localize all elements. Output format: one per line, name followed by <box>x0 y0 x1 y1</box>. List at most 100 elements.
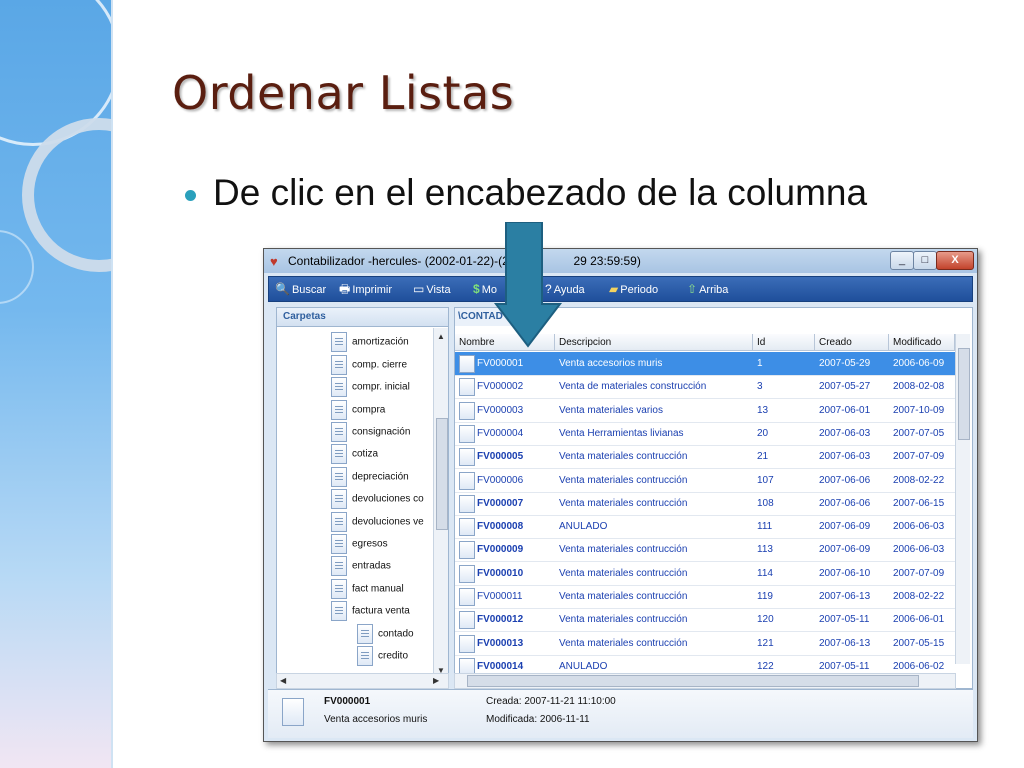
table-row[interactable]: FV000003 Venta materiales varios 13 2007-06… <box>455 399 955 423</box>
document-list-pane: \CONTAD Nombre Descripcion Id Creado Mod… <box>454 307 973 689</box>
folder-item[interactable]: comp. cierre <box>331 355 407 375</box>
table-row[interactable]: FV000010 Venta materiales contrucción 114 2… <box>455 562 955 586</box>
scroll-up-icon[interactable]: ▲ <box>437 332 445 341</box>
document-icon <box>459 588 475 606</box>
cell-nombre: FV000014 <box>477 660 524 672</box>
cell-nombre: FV000006 <box>477 474 524 486</box>
table-row[interactable]: FV000005 Venta materiales contrucción 21 20… <box>455 445 955 470</box>
table-row[interactable]: FV000002 Venta de materiales construcción… <box>455 375 955 400</box>
table-row[interactable]: FV000011 Venta materiales contrucción 119 2… <box>455 585 955 609</box>
document-icon <box>331 332 347 352</box>
document-icon <box>459 471 475 490</box>
scroll-thumb[interactable] <box>958 348 970 440</box>
column-header-descripcion[interactable]: Descripcion <box>555 334 753 351</box>
cell-modificado: 2007-07-05 <box>893 427 945 439</box>
cell-modificado: 2007-06-15 <box>893 497 945 509</box>
toolbar-search-button[interactable]: 🔍 Buscar <box>275 280 326 298</box>
table-row[interactable]: FV000012 Venta materiales contrucción 120 2… <box>455 608 955 633</box>
table-row[interactable]: FV000006 Venta materiales contrucción 107 2… <box>455 469 955 493</box>
band-edge <box>111 0 113 768</box>
cell-id: 122 <box>757 660 774 672</box>
table-row[interactable]: FV000008 ANULADO 111 2007-06-09 2006-06-03 <box>455 515 955 540</box>
folder-item[interactable]: compr. inicial <box>331 377 410 397</box>
document-icon <box>331 579 347 599</box>
folder-item[interactable]: entradas <box>331 556 391 576</box>
list-horizontal-scrollbar[interactable] <box>454 673 956 689</box>
cell-nombre: FV000004 <box>477 427 524 439</box>
document-icon <box>459 448 475 467</box>
cell-descripcion: Venta materiales contrucción <box>559 544 688 556</box>
document-icon <box>331 377 347 397</box>
folder-item[interactable]: factura venta <box>331 601 410 621</box>
folder-item[interactable]: devoluciones co <box>331 489 424 509</box>
maximize-button[interactable]: □ <box>913 251 937 270</box>
minimize-button[interactable]: _ <box>890 251 914 270</box>
folder-item[interactable]: consignación <box>331 422 410 442</box>
folder-icon: ▰ <box>609 282 619 296</box>
cell-nombre: FV000001 <box>477 358 524 369</box>
document-icon <box>459 355 475 373</box>
scroll-thumb[interactable] <box>436 418 448 530</box>
cell-descripcion: ANULADO <box>559 521 608 533</box>
close-button[interactable]: X <box>936 251 974 270</box>
detail-modified: Modificada: 2006-11-11 <box>486 714 590 725</box>
document-icon <box>331 556 347 576</box>
folder-item[interactable]: contado <box>357 624 414 644</box>
cell-creado: 2007-06-03 <box>819 451 871 463</box>
cell-id: 119 <box>757 591 773 602</box>
column-header-creado[interactable]: Creado <box>815 334 889 351</box>
folder-item[interactable]: fact manual <box>331 579 404 599</box>
up-folder-icon: ⇧ <box>687 282 698 296</box>
toolbar-view-button[interactable]: ▭ Vista <box>413 280 451 298</box>
folder-item[interactable]: devoluciones ve <box>331 512 424 532</box>
cell-creado: 2007-06-13 <box>819 591 871 602</box>
cell-descripcion: Venta materiales varios <box>559 404 663 416</box>
cell-id: 108 <box>757 497 774 509</box>
decorative-ring <box>0 230 34 304</box>
cell-descripcion: Venta de materiales construcción <box>559 381 707 393</box>
cell-id: 107 <box>757 474 774 486</box>
scroll-left-icon[interactable]: ◀ <box>280 676 286 685</box>
folder-item[interactable]: depreciación <box>331 467 409 487</box>
column-header-modificado[interactable]: Modificado <box>889 334 955 351</box>
toolbar-period-button[interactable]: ▰ Periodo <box>609 280 658 298</box>
window-titlebar[interactable]: ♥ Contabilizador -hercules- (2002-01-22)… <box>264 249 977 273</box>
search-icon: 🔍 <box>275 282 290 296</box>
document-icon <box>282 698 304 726</box>
list-vertical-scrollbar[interactable] <box>955 334 970 664</box>
cell-creado: 2007-06-10 <box>819 567 871 579</box>
cell-creado: 2007-06-06 <box>819 497 871 509</box>
folder-vertical-scrollbar[interactable]: ▲ ▼ <box>433 328 448 680</box>
table-row[interactable]: FV000013 Venta materiales contrucción 121 2… <box>455 632 955 656</box>
folder-item[interactable]: amortización <box>331 332 409 352</box>
toolbar-up-button[interactable]: ⇧ Arriba <box>687 280 728 298</box>
folder-item[interactable]: credito <box>357 646 408 666</box>
scroll-right-icon[interactable]: ▶ <box>433 676 439 685</box>
table-row[interactable]: FV000009 Venta materiales contrucción 113 2… <box>455 538 955 563</box>
cell-modificado: 2006-06-09 <box>893 358 945 369</box>
folders-tab[interactable]: Carpetas <box>277 308 448 327</box>
cell-id: 111 <box>757 521 773 533</box>
folder-item[interactable]: egresos <box>331 534 388 554</box>
cell-creado: 2007-06-13 <box>819 637 871 649</box>
folder-horizontal-scrollbar[interactable]: ◀ ▶ <box>276 673 449 689</box>
cell-creado: 2007-06-09 <box>819 521 871 533</box>
folder-item[interactable]: cotiza <box>331 444 378 464</box>
table-row[interactable]: FV000004 Venta Herramientas livianas 20 200… <box>455 422 955 446</box>
cell-descripcion: Venta materiales contrucción <box>559 567 688 579</box>
toolbar-print-button[interactable]: 🖶 Imprimir <box>339 280 392 298</box>
cell-creado: 2007-06-06 <box>819 474 871 486</box>
window-icon: ▭ <box>413 282 425 296</box>
cell-id: 20 <box>757 427 769 439</box>
table-row[interactable]: FV000001 Venta accesorios muris 1 2007-05-2… <box>455 352 955 376</box>
cell-creado: 2007-05-11 <box>819 614 870 626</box>
folder-item[interactable]: compra <box>331 400 385 420</box>
scroll-thumb[interactable] <box>467 675 919 687</box>
document-icon <box>331 467 347 487</box>
document-icon <box>459 541 475 560</box>
table-row[interactable]: FV000007 Venta materiales contrucción 108 2… <box>455 492 955 516</box>
document-icon <box>331 534 347 554</box>
cell-nombre: FV000009 <box>477 544 524 556</box>
cell-id: 120 <box>757 614 774 626</box>
column-header-id[interactable]: Id <box>753 334 815 351</box>
